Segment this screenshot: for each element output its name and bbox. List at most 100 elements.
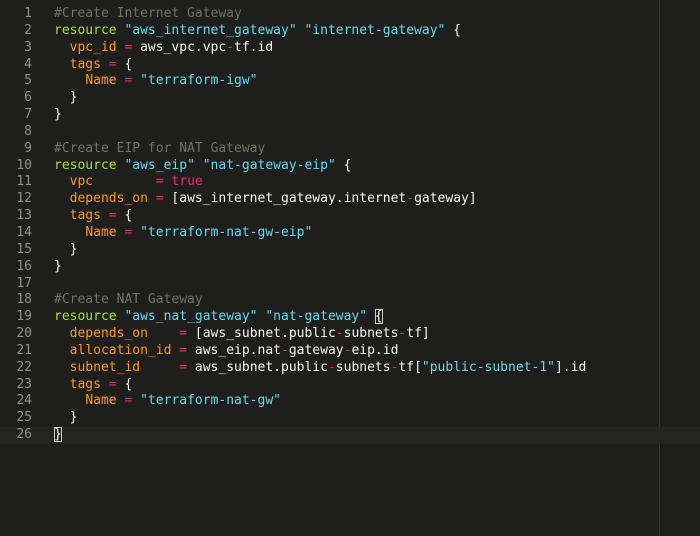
line-number: 8 (24, 123, 32, 139)
line-code[interactable]: Name = "terraform-nat-gw" (54, 393, 281, 410)
code-token: tags (69, 376, 101, 392)
code-token: #Create NAT Gateway (54, 292, 203, 308)
line-number: 15 (16, 241, 32, 257)
code-line[interactable]: 14 Name = "terraform-nat-gw-eip" (0, 225, 700, 242)
code-line[interactable]: 19 resource "aws_nat_gateway" "nat-gatewa… (0, 309, 700, 326)
code-line[interactable]: 1 #Create Internet Gateway (0, 6, 700, 23)
code-token: gateway (288, 342, 344, 358)
code-line[interactable]: 11 vpc = true (0, 174, 700, 191)
code-token: "nat-gateway-eip" (202, 157, 336, 173)
code-token: - (226, 39, 235, 55)
code-token: #Create EIP for NAT Gateway (54, 140, 266, 156)
line-code[interactable]: #Create Internet Gateway (54, 6, 242, 23)
line-code[interactable]: #Create NAT Gateway (54, 292, 203, 309)
code-token: tags (69, 208, 101, 224)
line-code[interactable]: vpc_id = aws_vpc.vpc-tf.id (54, 39, 274, 57)
line-code[interactable]: depends_on = [aws_subnet.public-subnets-… (54, 326, 430, 343)
line-number: 16 (16, 258, 32, 274)
code-line[interactable]: 12 depends_on = [aws_internet_gateway.in… (0, 191, 700, 208)
code-token: gateway] (414, 191, 477, 207)
code-token: subnet_id (69, 359, 141, 375)
line-code[interactable]: allocation_id = aws_eip.nat-gateway-eip.… (54, 342, 399, 360)
line-number: 7 (24, 107, 32, 123)
line-code[interactable]: resource "aws_nat_gateway" "nat-gateway"… (54, 309, 383, 326)
line-code[interactable]: } (54, 410, 78, 427)
line-number: 22 (16, 359, 32, 375)
code-lines[interactable]: 1 #Create Internet Gateway 2 resource "aws_… (0, 6, 700, 444)
line-number: 24 (16, 393, 32, 409)
code-line[interactable]: 17 (0, 276, 700, 293)
line-code[interactable]: Name = "terraform-igw" (54, 73, 257, 90)
line-number: 9 (24, 140, 32, 156)
code-token: aws_eip.nat (187, 342, 281, 358)
line-code[interactable]: } (54, 107, 62, 124)
line-number: 13 (16, 208, 32, 224)
line-code[interactable]: subnet_id = aws_subnet.public-subnets-tf… (54, 359, 587, 377)
code-token: depends_on (69, 326, 148, 342)
code-token: [aws_subnet.public (187, 326, 336, 342)
line-code[interactable]: } (54, 241, 78, 259)
line-number: 23 (16, 376, 32, 392)
code-line[interactable]: 4 tags = { (0, 57, 700, 74)
line-number: 4 (24, 56, 32, 72)
code-line[interactable]: 5 Name = "terraform-igw" (0, 73, 700, 90)
code-token: - (327, 359, 336, 375)
code-line[interactable]: 3 vpc_id = aws_vpc.vpc-tf.id (0, 40, 700, 57)
code-line[interactable]: 2 resource "aws_internet_gateway" "intern… (0, 23, 700, 40)
line-code[interactable]: tags = { (54, 208, 133, 225)
line-number: 21 (16, 342, 32, 358)
code-token: "terraform-nat-gw-eip" (140, 224, 313, 240)
line-number: 25 (16, 410, 32, 426)
line-code[interactable]: } (54, 427, 62, 444)
code-token: } (54, 241, 78, 257)
code-line[interactable]: 26} (0, 427, 700, 444)
code-line[interactable]: 20 depends_on = [aws_subnet.public-subne… (0, 326, 700, 343)
line-number: 18 (16, 292, 32, 308)
code-line[interactable]: 16} (0, 259, 700, 276)
line-code[interactable]: vpc = true (54, 174, 203, 191)
code-line[interactable]: 13 tags = { (0, 208, 700, 225)
code-line[interactable]: 22 subnet_id = aws_subnet.public-subnets… (0, 360, 700, 377)
line-number: 6 (24, 90, 32, 106)
code-line[interactable]: 7} (0, 107, 700, 124)
line-number: 11 (16, 174, 32, 190)
line-code[interactable]: tags = { (54, 376, 133, 394)
code-line[interactable]: 25 } (0, 410, 700, 427)
code-line[interactable]: 6 } (0, 90, 700, 107)
code-line[interactable]: 24 Name = "terraform-nat-gw" (0, 393, 700, 410)
line-code[interactable]: Name = "terraform-nat-gw-eip" (54, 225, 312, 242)
code-token: Name (85, 73, 117, 89)
code-editor[interactable]: 1 #Create Internet Gateway 2 resource "aws_… (0, 0, 700, 536)
code-token: { (335, 157, 352, 173)
code-token: { (116, 376, 133, 392)
line-code[interactable]: } (54, 90, 78, 107)
code-line[interactable]: 15 } (0, 242, 700, 259)
line-code[interactable]: resource "aws_internet_gateway" "interne… (54, 23, 461, 40)
code-token: #Create Internet Gateway (54, 6, 242, 21)
line-code[interactable]: #Create EIP for NAT Gateway (54, 141, 265, 158)
code-token: = (155, 174, 164, 190)
code-line[interactable]: 9 #Create EIP for NAT Gateway (0, 141, 700, 158)
line-code[interactable]: } (54, 259, 62, 276)
code-line[interactable]: 21 allocation_id = aws_eip.nat-gateway-e… (0, 343, 700, 360)
code-token: } (54, 410, 78, 426)
line-code[interactable]: resource "aws_eip" "nat-gateway-eip" { (54, 158, 351, 175)
line-code[interactable]: depends_on = [aws_internet_gateway.inter… (54, 191, 477, 208)
code-token: { (116, 56, 133, 72)
code-token: Name (85, 224, 117, 240)
line-number: 1 (24, 6, 32, 21)
code-line[interactable]: 23 tags = { (0, 377, 700, 394)
code-line[interactable]: 10 resource "aws_eip" "nat-gateway-eip" { (0, 158, 700, 175)
line-code[interactable]: tags = { (54, 56, 133, 74)
code-line[interactable]: 8 (0, 124, 700, 141)
code-line[interactable]: 18 #Create NAT Gateway (0, 292, 700, 309)
code-token: - (406, 191, 415, 207)
